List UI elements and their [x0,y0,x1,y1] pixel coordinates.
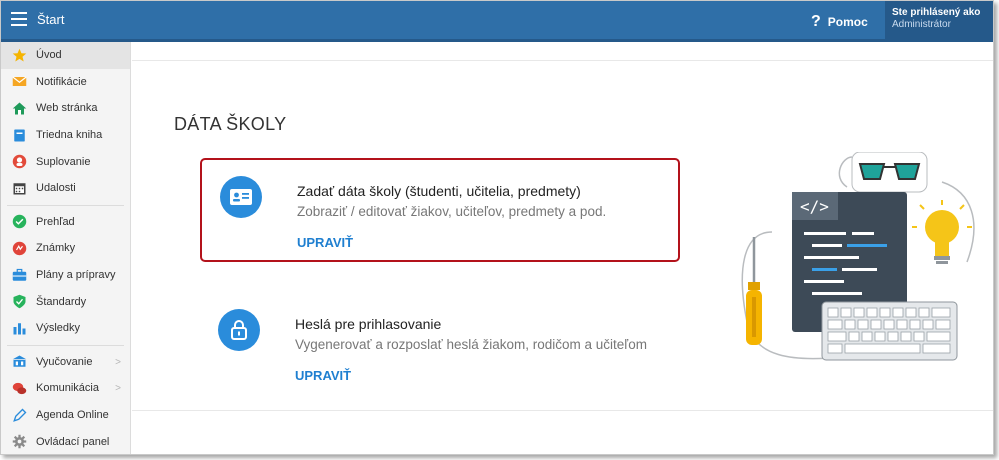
card-title: Zadať dáta školy (študenti, učitelia, pr… [297,183,581,199]
id-card-icon [220,176,262,218]
sidebar-divider [7,344,124,346]
sidebar-item-triedna-kniha[interactable]: Triedna kniha [1,122,130,149]
card-subtitle: Vygenerovať a rozposlať heslá žiakom, ro… [295,337,647,352]
book-icon [12,128,27,143]
help-button[interactable]: ? Pomoc [811,11,868,33]
sidebar-item-label: Známky [36,242,76,255]
card-school-data: Zadať dáta školy (študenti, učitelia, pr… [200,158,680,262]
lock-icon [218,309,260,351]
sidebar-item-udalosti[interactable]: Udalosti [1,175,130,202]
card-passwords: Heslá pre prihlasovanie Vygenerovať a ro… [200,293,680,397]
glasses-icon [851,152,928,193]
substitute-icon [12,154,27,169]
code-tag-label: </> [800,197,829,216]
sidebar-item-label: Výsledky [36,322,81,335]
sidebar-item-label: Štandardy [36,295,87,308]
user-role-text: Administrátor [892,19,951,30]
sidebar-item-ovladaci-panel[interactable]: Ovládací panel [1,428,130,454]
sidebar-item-web-stranka[interactable]: Web stránka [1,95,130,122]
sidebar-item-znamky[interactable]: Známky [1,235,130,262]
sidebar-item-label: Web stránka [36,102,98,115]
app-title: Štart [37,12,65,27]
question-mark-icon: ? [811,13,821,30]
keyboard-icon [821,301,958,361]
envelope-icon [12,74,27,89]
user-info[interactable]: Ste prihlásený ako Administrátor [885,1,993,39]
chat-icon [12,381,27,396]
sidebar-item-suplovanie[interactable]: Suplovanie [1,148,130,175]
calendar-icon [12,181,27,196]
screwdriver-icon [746,237,762,345]
app-window: Štart ? Pomoc Ste prihlásený ako Adminis… [0,0,994,455]
shield-check-icon [12,294,27,309]
divider-bottom [132,410,993,411]
sidebar-item-plany[interactable]: Plány a prípravy [1,262,130,289]
check-circle-icon [12,214,27,229]
star-icon [12,48,27,63]
sidebar-item-label: Triedna kniha [36,129,103,142]
help-label: Pomoc [827,15,868,29]
briefcase-icon [12,268,27,283]
coding-illustration: </> [741,152,975,361]
edit-passwords-link[interactable]: UPRAVIŤ [295,368,351,383]
edit-school-data-link[interactable]: UPRAVIŤ [297,235,353,250]
sidebar-item-uvod[interactable]: Úvod [1,42,130,69]
main-content: DÁTA ŠKOLY Zadať dáta školy (študenti, u… [132,42,993,454]
sidebar-item-komunikacia[interactable]: Komunikácia > [1,375,130,402]
pen-icon [12,408,27,423]
sidebar-item-label: Agenda Online [36,409,109,422]
sidebar-item-label: Udalosti [36,182,76,195]
hamburger-menu-icon[interactable] [11,12,27,26]
sidebar-item-agenda-online[interactable]: Agenda Online [1,402,130,429]
bar-chart-icon [12,321,27,336]
sidebar-item-label: Komunikácia [36,382,99,395]
gear-icon [12,434,27,449]
home-icon [12,101,27,116]
sidebar-item-label: Úvod [36,49,62,62]
sidebar-item-label: Vyučovanie [36,355,93,368]
sidebar-item-label: Prehľad [36,215,75,228]
sidebar-item-vyucovanie[interactable]: Vyučovanie > [1,349,130,376]
sidebar-item-standardy[interactable]: Štandardy [1,288,130,315]
lightbulb-icon [912,200,972,264]
chevron-right-icon: > [115,356,121,368]
sidebar-item-label: Plány a prípravy [36,269,116,282]
section-title: DÁTA ŠKOLY [174,114,287,134]
card-subtitle: Zobraziť / editovať žiakov, učiteľov, pr… [297,204,607,219]
top-bar: Štart ? Pomoc Ste prihlásený ako Adminis… [1,1,993,42]
classroom-icon [12,354,27,369]
sidebar-item-label: Notifikácie [36,75,87,88]
divider-top [132,60,993,61]
sidebar-item-label: Ovládací panel [36,435,110,448]
sidebar-item-label: Suplovanie [36,155,91,168]
grades-icon [12,241,27,256]
sidebar-item-vysledky[interactable]: Výsledky [1,315,130,342]
sidebar-item-notifikacie[interactable]: Notifikácie [1,69,130,96]
card-title: Heslá pre prihlasovanie [295,316,442,332]
sidebar: Úvod Notifikácie Web stránka Triedna kni… [1,42,131,454]
chevron-right-icon: > [115,383,121,395]
user-status-text: Ste prihlásený ako [892,7,981,18]
sidebar-item-prehlad[interactable]: Prehľad [1,209,130,236]
sidebar-divider [7,204,124,206]
